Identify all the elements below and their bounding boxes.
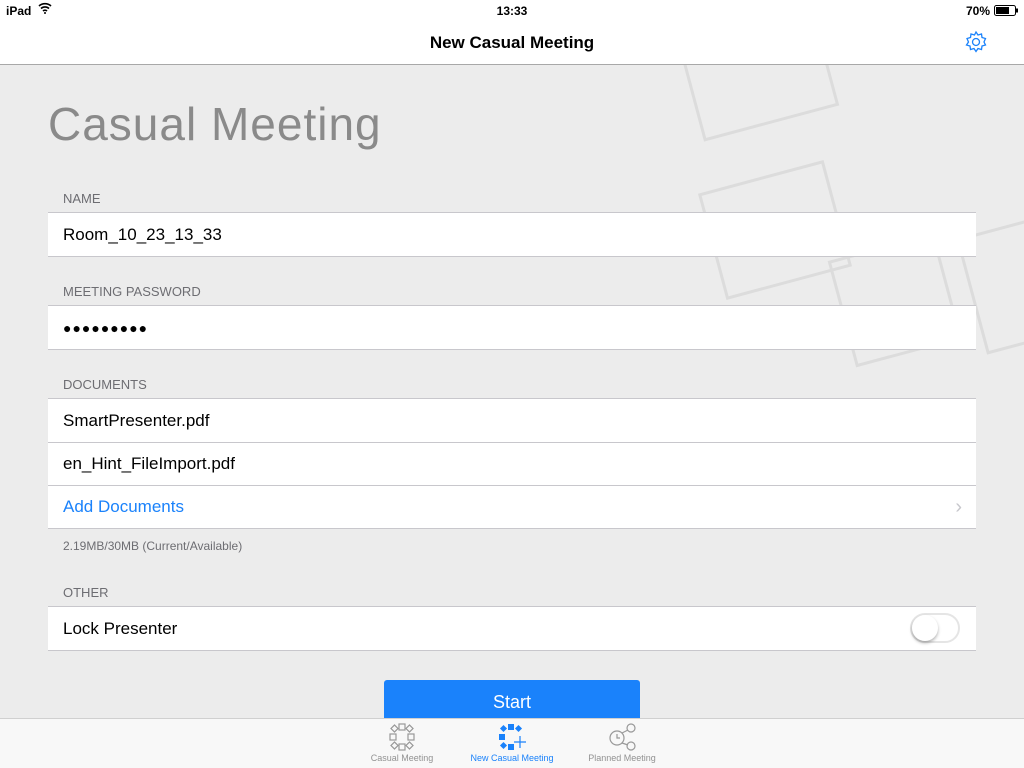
page-title: Casual Meeting bbox=[48, 98, 382, 150]
name-group: Room_10_23_13_33 bbox=[48, 212, 976, 257]
clock: 13:33 bbox=[496, 4, 528, 18]
documents-group: SmartPresenter.pdf en_Hint_FileImport.pd… bbox=[48, 398, 976, 529]
chevron-right-icon: › bbox=[955, 495, 962, 518]
document-item[interactable]: en_Hint_FileImport.pdf bbox=[48, 442, 976, 485]
storage-usage: 2.19MB/30MB (Current/Available) bbox=[63, 539, 243, 553]
toggle-knob bbox=[912, 615, 938, 641]
add-documents-label: Add Documents bbox=[63, 497, 184, 516]
tab-new-casual-meeting[interactable]: New Casual Meeting bbox=[457, 723, 567, 763]
tab-label: Planned Meeting bbox=[588, 753, 656, 763]
background-decoration bbox=[680, 65, 840, 142]
new-casual-meeting-icon bbox=[499, 724, 526, 750]
tab-casual-meeting[interactable]: Casual Meeting bbox=[347, 723, 457, 763]
lock-presenter-row: Lock Presenter bbox=[48, 607, 976, 650]
planned-meeting-icon bbox=[609, 723, 636, 751]
other-section-label: OTHER bbox=[63, 585, 109, 600]
status-bar: iPad 13:33 70% bbox=[0, 0, 1024, 20]
other-group: Lock Presenter bbox=[48, 606, 976, 651]
tab-label: New Casual Meeting bbox=[470, 753, 554, 763]
battery-icon bbox=[994, 5, 1018, 19]
tab-bar: Casual Meeting New Casual Meeting Planne… bbox=[0, 718, 1024, 768]
meeting-form: Casual Meeting NAME Room_10_23_13_33 MEE… bbox=[0, 65, 1024, 718]
battery-percent: 70% bbox=[965, 4, 990, 18]
documents-section-label: DOCUMENTS bbox=[63, 377, 147, 392]
navigation-bar: New Casual Meeting bbox=[0, 20, 1024, 65]
name-field[interactable]: Room_10_23_13_33 bbox=[48, 213, 976, 256]
start-button[interactable]: Start bbox=[384, 680, 640, 718]
password-group: ●●●●●●●●● bbox=[48, 305, 976, 350]
document-item[interactable]: SmartPresenter.pdf bbox=[48, 399, 976, 442]
password-section-label: MEETING PASSWORD bbox=[63, 284, 201, 299]
casual-meeting-icon bbox=[389, 723, 415, 751]
password-field[interactable]: ●●●●●●●●● bbox=[48, 306, 976, 349]
add-documents-button[interactable]: Add Documents › bbox=[48, 485, 976, 528]
lock-presenter-toggle[interactable] bbox=[910, 613, 960, 643]
nav-title: New Casual Meeting bbox=[429, 33, 595, 52]
settings-gear-icon[interactable] bbox=[964, 30, 988, 54]
tab-label: Casual Meeting bbox=[370, 753, 434, 763]
tab-planned-meeting[interactable]: Planned Meeting bbox=[567, 723, 677, 763]
lock-presenter-label: Lock Presenter bbox=[63, 618, 178, 638]
name-section-label: NAME bbox=[63, 191, 101, 206]
